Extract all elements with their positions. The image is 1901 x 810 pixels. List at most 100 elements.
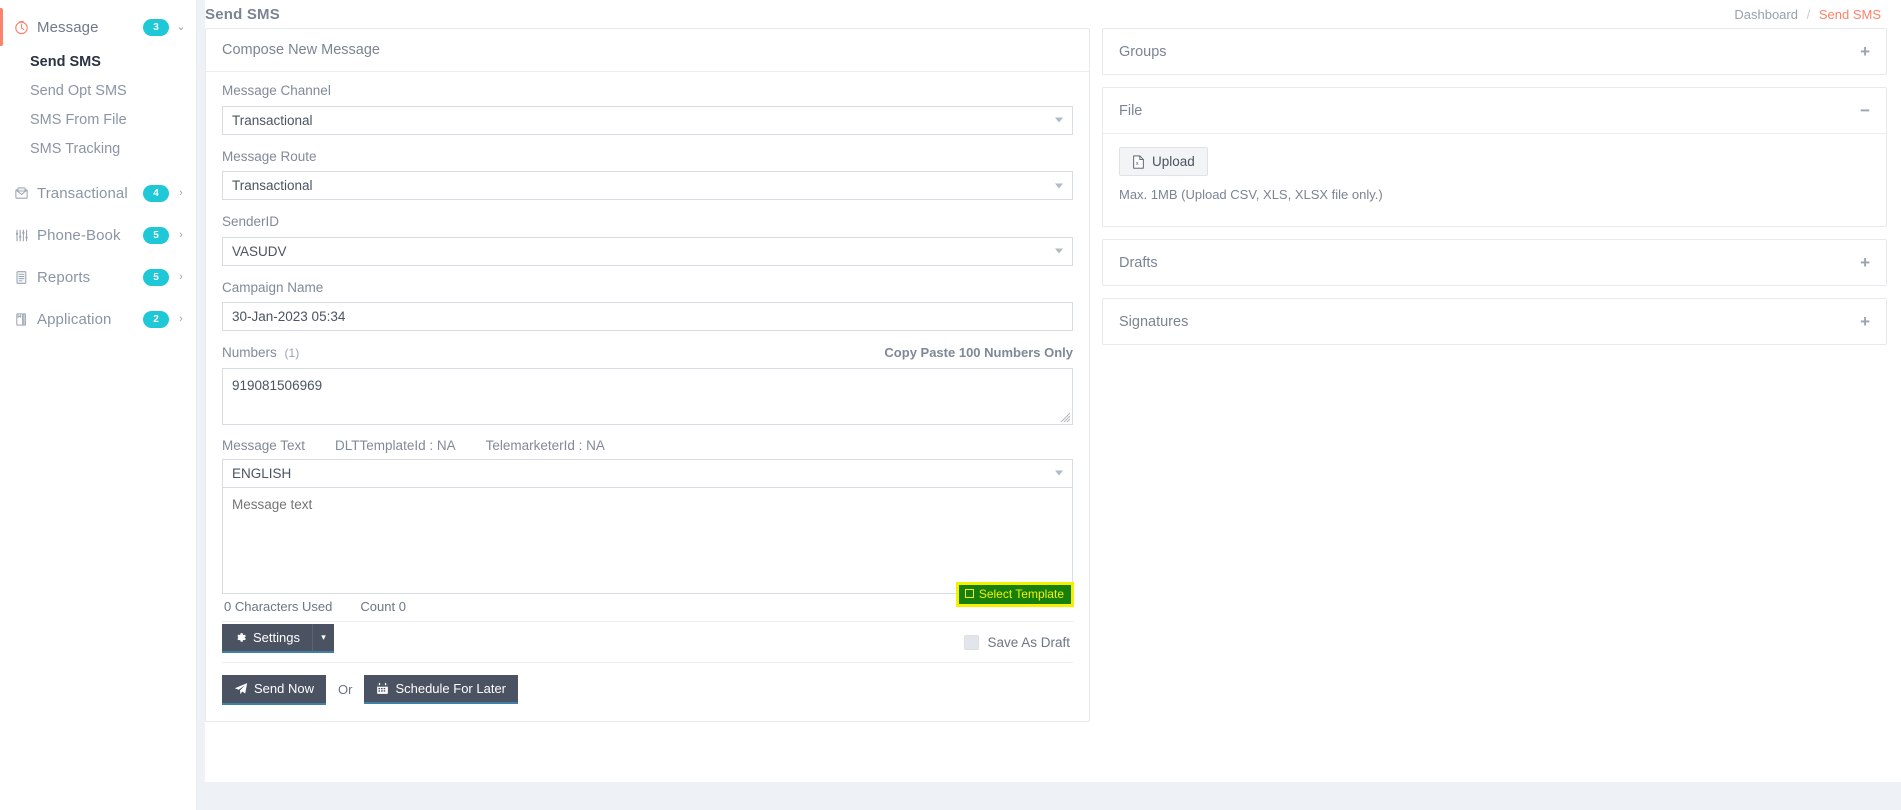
schedule-label: Schedule For Later: [395, 681, 507, 697]
or-label: Or: [337, 682, 353, 698]
plus-icon[interactable]: +: [1860, 254, 1870, 271]
sidebar-badge: 5: [143, 268, 169, 286]
message-route-select[interactable]: Transactional: [222, 171, 1073, 201]
schedule-for-later-button[interactable]: Schedule For Later: [364, 675, 519, 705]
select-template-button[interactable]: Select Template: [958, 584, 1071, 604]
sidebar-item-label: Phone-Book: [37, 226, 121, 244]
sidebar-item-reports[interactable]: Reports 5 ›: [0, 256, 196, 298]
panel-drafts: Drafts +: [1102, 239, 1887, 286]
upload-label: Upload: [1152, 154, 1195, 169]
clock-icon: [12, 18, 30, 36]
panel-drafts-header[interactable]: Drafts +: [1103, 240, 1886, 285]
settings-dropdown-toggle[interactable]: ▾: [311, 623, 334, 651]
settings-label: Settings: [253, 629, 300, 645]
panel-groups-header[interactable]: Groups +: [1103, 29, 1886, 74]
panel-groups: Groups +: [1102, 28, 1887, 75]
checkbox-icon: [964, 589, 974, 599]
field-message-route: Message Route Transactional: [222, 148, 1073, 201]
sidebar-item-phone-book[interactable]: Phone-Book 5 ›: [0, 214, 196, 256]
numbers-label: Numbers (1): [222, 344, 299, 362]
sidebar-item-send-sms[interactable]: Send SMS: [0, 48, 196, 77]
sender-id-select[interactable]: VASUDV: [222, 236, 1073, 266]
plus-icon[interactable]: +: [1860, 313, 1870, 330]
copy-paste-note: Copy Paste 100 Numbers Only: [884, 345, 1073, 361]
field-message-text: Message Text DLTTemplateId : NA Telemark…: [222, 438, 1073, 594]
chevron-right-icon[interactable]: ›: [176, 187, 186, 199]
sidebar-item-sms-tracking[interactable]: SMS Tracking: [0, 135, 196, 164]
sidebar-item-application[interactable]: Application 2 ›: [0, 298, 196, 340]
workspace: Send SMS Dashboard / Send SMS Compose Ne…: [197, 0, 1901, 810]
sidebar-group-message: Message 3 ⌄ Send SMS Send Opt SMS SMS Fr…: [0, 6, 196, 172]
sidebar-item-label: Reports: [37, 268, 91, 286]
panel-file-body: x Upload Max. 1MB (Upload CSV, XLS, XLSX…: [1103, 133, 1886, 226]
breadcrumb-current: Send SMS: [1818, 6, 1881, 22]
compose-column: Compose New Message Message Channel Tran…: [205, 28, 1090, 810]
sender-id-value: VASUDV: [232, 243, 287, 259]
sidebar-group-phone-book: Phone-Book 5 ›: [0, 214, 196, 256]
chevron-down-icon: [1055, 183, 1063, 189]
minus-icon[interactable]: −: [1860, 102, 1870, 119]
panel-signatures-title: Signatures: [1119, 313, 1189, 330]
message-count: Count 0: [360, 598, 406, 614]
message-text-label: Message Text: [222, 437, 306, 453]
sidebar-badge: 5: [143, 226, 169, 244]
numbers-textarea[interactable]: 919081506969: [222, 367, 1073, 425]
sidebar-item-send-opt-sms[interactable]: Send Opt SMS: [0, 77, 196, 106]
message-channel-label: Message Channel: [222, 83, 331, 98]
side-panels-column: Groups + File − x Upload Max. 1MB (Uploa…: [1102, 28, 1893, 810]
sidebar-item-label: Message: [37, 18, 99, 36]
topbar: Send SMS Dashboard / Send SMS: [197, 0, 1901, 28]
sender-id-label: SenderID: [222, 214, 280, 230]
numbers-textarea-wrap: 919081506969: [222, 367, 1073, 425]
chevron-right-icon[interactable]: ›: [176, 271, 186, 283]
sidebar-group-reports: Reports 5 ›: [0, 256, 196, 298]
left-gutter: [197, 0, 205, 810]
message-channel-select[interactable]: Transactional: [222, 105, 1073, 135]
send-row: Send Now Or Schedule For Later: [222, 661, 1073, 721]
message-text-meta-row: Message Text DLTTemplateId : NA Telemark…: [222, 438, 1073, 453]
message-language-select[interactable]: ENGLISH: [222, 458, 1073, 488]
upload-button[interactable]: x Upload: [1119, 147, 1208, 176]
select-template-label: Select Template: [978, 586, 1064, 601]
sidebar-item-message[interactable]: Message 3 ⌄: [0, 6, 196, 48]
chevron-down-icon[interactable]: ⌄: [176, 21, 186, 33]
book-icon: [12, 310, 30, 328]
message-textarea[interactable]: [222, 486, 1073, 594]
chevron-right-icon[interactable]: ›: [176, 229, 186, 241]
chevron-down-icon: [1055, 248, 1063, 254]
settings-button[interactable]: Settings: [222, 623, 312, 651]
message-route-label: Message Route: [222, 148, 317, 164]
characters-used: 0 Characters Used: [224, 598, 333, 614]
upload-note: Max. 1MB (Upload CSV, XLS, XLSX file onl…: [1119, 187, 1383, 202]
panel-file-header[interactable]: File −: [1103, 88, 1886, 133]
sliders-icon: [12, 226, 30, 244]
breadcrumb-separator: /: [1806, 6, 1811, 22]
send-now-button[interactable]: Send Now: [222, 674, 326, 705]
document-icon: [12, 268, 30, 286]
panel-signatures-header[interactable]: Signatures +: [1103, 299, 1886, 344]
message-route-value: Transactional: [232, 178, 313, 194]
numbers-count: (1): [284, 346, 300, 361]
panel-drafts-title: Drafts: [1119, 254, 1158, 271]
plus-icon[interactable]: +: [1860, 43, 1870, 60]
chevron-right-icon[interactable]: ›: [176, 313, 186, 325]
sidebar-item-transactional[interactable]: Transactional 4 ›: [0, 172, 196, 214]
compose-card-body: Message Channel Transactional Message Ro…: [206, 72, 1089, 721]
settings-split-button: Settings ▾: [222, 623, 334, 653]
sidebar-group-application: Application 2 ›: [0, 298, 196, 340]
page-title: Send SMS: [205, 5, 280, 23]
select-template-holder: Select Template: [955, 581, 1075, 607]
message-textarea-wrap: [222, 486, 1073, 594]
sidebar-group-transactional: Transactional 4 ›: [0, 172, 196, 214]
breadcrumb: Dashboard / Send SMS: [1734, 7, 1881, 22]
breadcrumb-dashboard[interactable]: Dashboard: [1734, 7, 1798, 22]
settings-row: Settings ▾: [222, 623, 1073, 662]
sidebar-item-sms-from-file[interactable]: SMS From File: [0, 106, 196, 135]
select-template-highlight: Select Template: [955, 581, 1075, 607]
field-numbers: Numbers (1) Copy Paste 100 Numbers Only …: [222, 344, 1073, 425]
svg-text:x: x: [1136, 161, 1139, 167]
campaign-name-input[interactable]: [222, 302, 1073, 332]
compose-card-title: Compose New Message: [206, 29, 1089, 72]
numbers-label-row: Numbers (1) Copy Paste 100 Numbers Only: [222, 344, 1073, 362]
sidebar-badge: 4: [143, 184, 169, 202]
